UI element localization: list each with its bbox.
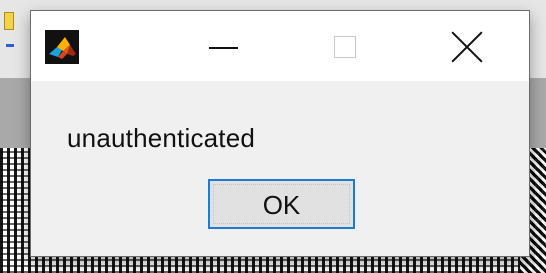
dialog-message: unauthenticated [67,123,256,153]
close-button[interactable] [406,11,528,81]
dialog-titlebar[interactable] [31,11,529,81]
maximize-button[interactable] [284,11,406,81]
ok-button[interactable]: OK [208,179,355,229]
minimize-button[interactable] [162,11,284,81]
ok-button-label: OK [262,189,301,220]
message-dialog: unauthenticated OK [30,10,530,257]
maximize-icon [334,36,356,58]
dialog-body: unauthenticated OK [31,81,529,256]
background-accent [6,44,14,47]
matlab-logo-icon [45,30,79,64]
minimize-icon [208,47,238,49]
background-folder-icon [4,12,14,30]
close-icon [450,30,484,64]
